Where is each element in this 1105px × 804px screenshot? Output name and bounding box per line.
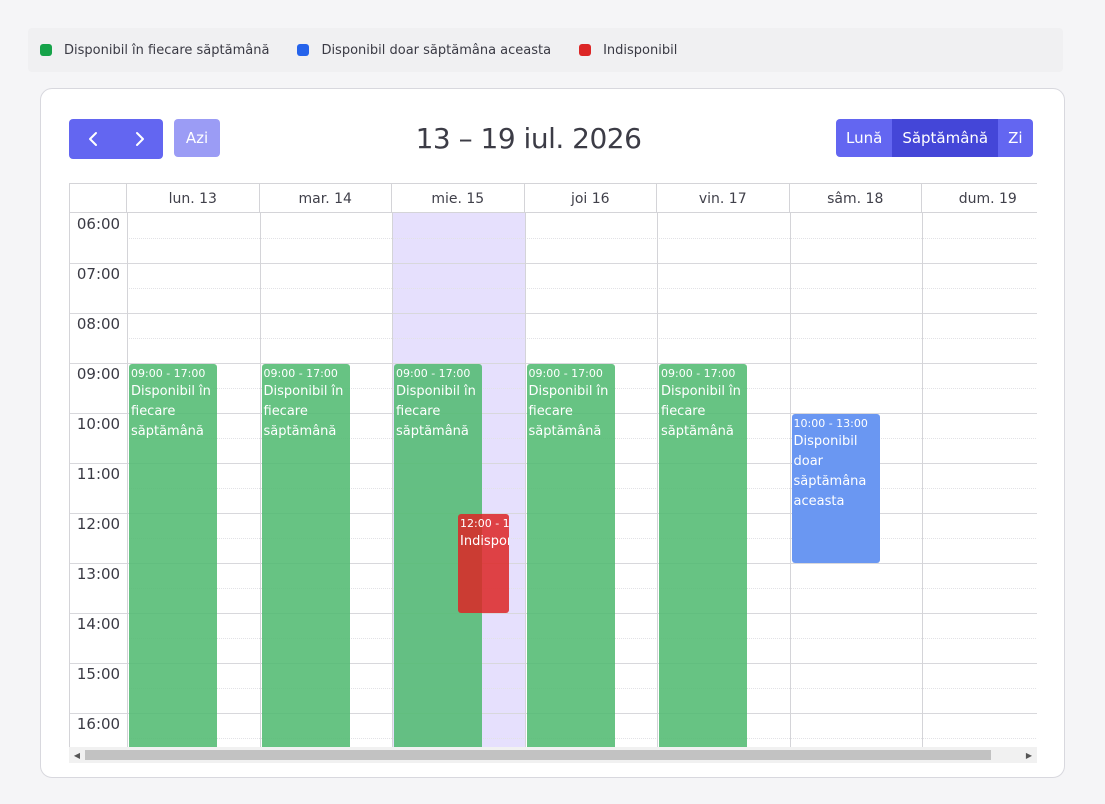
- hour-line: [70, 313, 1037, 314]
- view-switcher: Lună Săptămână Zi: [836, 119, 1033, 157]
- scrollbar-thumb[interactable]: [85, 750, 991, 760]
- day-header[interactable]: dum. 19: [922, 184, 1037, 213]
- event-title: Disponibil în fiecare săptămână: [263, 384, 344, 439]
- header-corner: [70, 184, 127, 213]
- time-label: 13:00: [76, 565, 121, 583]
- day-column-line: [789, 213, 791, 747]
- event-title: Disponibil în fiecare săptămână: [661, 384, 741, 439]
- day-column-line: [657, 213, 658, 747]
- calendar-event-blue[interactable]: 10:00 - 13:00 Disponibil doar săptămâna a…: [791, 414, 880, 563]
- day-header[interactable]: sâm. 18: [790, 184, 922, 213]
- legend-bar: Disponibil în fiecare săptămână Disponib…: [28, 28, 1063, 72]
- time-label: 16:00: [76, 715, 121, 733]
- legend-label: Indisponibil: [603, 42, 678, 58]
- legend-label: Disponibil doar săptămâna aceasta: [321, 42, 552, 58]
- day-header[interactable]: vin. 17: [657, 184, 790, 213]
- calendar-event-red[interactable]: 12:00 - 14:00 Indisponibil: [458, 514, 509, 613]
- day-header[interactable]: mar. 14: [260, 184, 392, 213]
- day-header[interactable]: lun. 13: [127, 184, 260, 213]
- scroll-right-icon[interactable]: ▶: [1021, 747, 1037, 763]
- event-title: Disponibil doar săptămâna aceasta: [793, 434, 867, 509]
- day-column-line: [392, 213, 393, 747]
- event-time: 09:00 - 17:00: [131, 367, 206, 380]
- chevron-right-icon: [135, 132, 144, 146]
- calendar-event-green[interactable]: 09:00 - 17:00 Disponibil în fiecare săptă…: [129, 364, 217, 747]
- day-column-line: [259, 213, 261, 747]
- view-day-button[interactable]: Zi: [998, 119, 1033, 157]
- day-header-row: lun. 13 mar. 14 mie. 15 joi 16 vin. 17 sâm. 1…: [70, 184, 1037, 213]
- event-title: Disponibil în fiecare săptămână: [528, 384, 609, 439]
- time-label: 07:00: [76, 265, 121, 283]
- event-time: 09:00 - 17:00: [528, 367, 603, 380]
- view-week-button[interactable]: Săptămână: [892, 119, 999, 157]
- legend-item-weekly: Disponibil în fiecare săptămână: [40, 43, 269, 58]
- nav-button-group: [69, 119, 163, 159]
- prev-week-button[interactable]: [69, 119, 116, 159]
- calendar-card: Azi 13 – 19 iul. 2026 Lună Săptămână Zi …: [40, 88, 1065, 778]
- event-time: 09:00 - 17:00: [396, 367, 471, 380]
- legend-dot-icon: [579, 44, 592, 56]
- calendar-event-green[interactable]: 09:00 - 17:00 Disponibil în fiecare săptă…: [526, 364, 615, 747]
- legend-dot-icon: [297, 44, 310, 56]
- horizontal-scrollbar[interactable]: ◀ ▶: [69, 747, 1037, 763]
- time-label: 12:00: [76, 515, 121, 533]
- time-label: 14:00: [76, 615, 121, 633]
- event-title: Indisponibil: [460, 534, 509, 549]
- time-label: 10:00: [76, 415, 121, 433]
- event-time: 12:00 - 14:00: [460, 517, 509, 530]
- day-column-line: [524, 213, 526, 747]
- view-month-button[interactable]: Lună: [836, 119, 893, 157]
- legend-item-unavailable: Indisponibil: [579, 43, 677, 58]
- time-grid-body[interactable]: 06:00 07:00 08:00 09:00 10:00 11:00 12:00 13:00…: [70, 213, 1037, 747]
- calendar-event-green[interactable]: 09:00 - 17:00 Disponibil în fiecare săptă…: [261, 364, 350, 747]
- week-grid: lun. 13 mar. 14 mie. 15 joi 16 vin. 17 sâm. 1…: [69, 183, 1037, 747]
- day-column-line: [127, 213, 128, 747]
- legend-item-this-week: Disponibil doar săptămâna aceasta: [297, 43, 551, 58]
- time-label: 11:00: [76, 465, 121, 483]
- day-column-line: [922, 213, 923, 747]
- time-label: 09:00: [76, 365, 121, 383]
- event-time: 10:00 - 13:00: [793, 417, 868, 430]
- time-label: 08:00: [76, 315, 121, 333]
- time-label: 15:00: [76, 665, 121, 683]
- event-title: Disponibil în fiecare săptămână: [131, 384, 211, 439]
- scroll-left-icon[interactable]: ◀: [69, 747, 85, 763]
- calendar-event-green[interactable]: 09:00 - 17:00 Disponibil în fiecare săptă…: [659, 364, 747, 747]
- today-button[interactable]: Azi: [174, 119, 220, 157]
- half-hour-line: [127, 288, 1037, 289]
- event-title: Disponibil în fiecare săptămână: [396, 384, 476, 439]
- day-header[interactable]: mie. 15: [392, 184, 525, 213]
- day-header[interactable]: joi 16: [525, 184, 657, 213]
- event-time: 09:00 - 17:00: [263, 367, 338, 380]
- next-week-button[interactable]: [116, 119, 163, 159]
- chevron-left-icon: [88, 132, 97, 146]
- event-time: 09:00 - 17:00: [661, 367, 736, 380]
- legend-dot-icon: [40, 44, 52, 56]
- hour-line: [70, 263, 1037, 264]
- half-hour-line: [127, 238, 1037, 239]
- half-hour-line: [127, 338, 1037, 339]
- legend-label: Disponibil în fiecare săptămână: [64, 42, 270, 58]
- time-label: 06:00: [76, 215, 121, 233]
- page-title: 13 – 19 iul. 2026: [415, 122, 642, 155]
